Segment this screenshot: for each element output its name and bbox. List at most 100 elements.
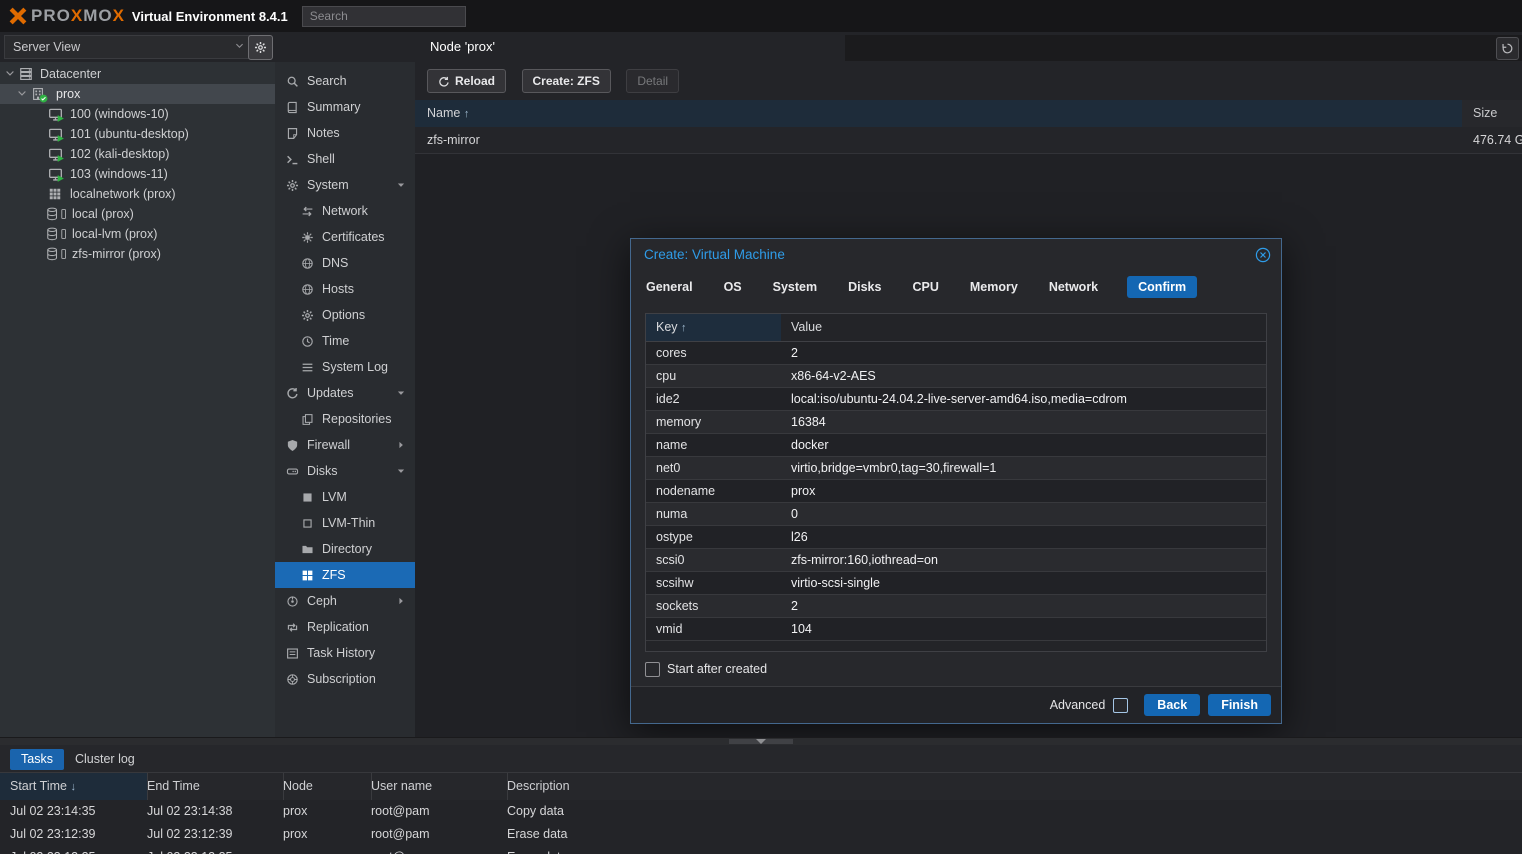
nav-item-subscription[interactable]: Subscription: [275, 666, 415, 692]
tree-item-vm-103[interactable]: 103 (windows-11): [0, 164, 275, 184]
nav-item-time[interactable]: Time: [275, 328, 415, 354]
nav-item-notes[interactable]: Notes: [275, 120, 415, 146]
tab-general[interactable]: General: [644, 276, 695, 298]
nav-item-task-history[interactable]: Task History: [275, 640, 415, 666]
task-row[interactable]: Jul 02 23:12:39Jul 02 23:12:39 proxroot@…: [0, 823, 1522, 847]
nav-item-lvm[interactable]: LVM: [275, 484, 415, 510]
task-row[interactable]: Jul 02 23:14:35Jul 02 23:14:38 proxroot@…: [0, 800, 1522, 824]
nav-item-system[interactable]: System: [275, 172, 415, 198]
summary-row[interactable]: numa0: [646, 503, 1266, 526]
tree-item-node-prox[interactable]: prox: [0, 84, 275, 104]
tree-item-datacenter[interactable]: Datacenter: [0, 64, 275, 84]
copy-icon: [301, 413, 314, 426]
tab-cpu[interactable]: CPU: [910, 276, 940, 298]
tab-disks[interactable]: Disks: [846, 276, 883, 298]
column-header-start-time[interactable]: Start Time ↓: [0, 773, 148, 800]
column-header-description[interactable]: Description: [497, 773, 1522, 800]
shield-icon: [286, 439, 299, 452]
tree-item-vm-102[interactable]: 102 (kali-desktop): [0, 144, 275, 164]
summary-row[interactable]: scsi0zfs-mirror:160,iothread=on: [646, 549, 1266, 572]
tree-item-vm-101[interactable]: 101 (ubuntu-desktop): [0, 124, 275, 144]
column-header-key[interactable]: Key ↑: [646, 314, 791, 341]
nav-item-lvm-thin[interactable]: LVM-Thin: [275, 510, 415, 536]
sort-asc-icon: ↑: [681, 322, 687, 334]
tree-item-vm-100[interactable]: 100 (windows-10): [0, 104, 275, 124]
finish-button[interactable]: Finish: [1208, 694, 1271, 716]
nav-item-updates[interactable]: Updates: [275, 380, 415, 406]
nav-item-zfs[interactable]: ZFS: [275, 562, 415, 588]
column-header-user-name[interactable]: User name: [361, 773, 508, 800]
nav-item-replication[interactable]: Replication: [275, 614, 415, 640]
nav-item-certificates[interactable]: Certificates: [275, 224, 415, 250]
wizard-tab-bar: General OS System Disks CPU Memory Netwo…: [644, 273, 1271, 301]
refresh-icon: [286, 387, 299, 400]
summary-row[interactable]: nodenameprox: [646, 480, 1266, 503]
tab-system[interactable]: System: [771, 276, 819, 298]
nav-item-search[interactable]: Search: [275, 68, 415, 94]
nav-item-directory[interactable]: Directory: [275, 536, 415, 562]
tree-item-storage-local-lvm[interactable]: local-lvm (prox): [0, 224, 275, 244]
nav-item-shell[interactable]: Shell: [275, 146, 415, 172]
nav-item-options[interactable]: Options: [275, 302, 415, 328]
tab-tasks[interactable]: Tasks: [10, 749, 64, 770]
view-selector-dropdown[interactable]: Server View: [4, 35, 252, 59]
back-button[interactable]: Back: [1144, 694, 1200, 716]
column-header-end-time[interactable]: End Time: [137, 773, 284, 800]
nav-item-firewall[interactable]: Firewall: [275, 432, 415, 458]
tree-item-localnetwork[interactable]: localnetwork (prox): [0, 184, 275, 204]
column-header-name[interactable]: Name ↑: [415, 100, 1474, 127]
dialog-header[interactable]: Create: Virtual Machine: [631, 239, 1281, 271]
reset-layout-button[interactable]: [1496, 37, 1519, 60]
terminal-icon: [286, 153, 299, 166]
summary-row[interactable]: namedocker: [646, 434, 1266, 457]
summary-row[interactable]: scsihwvirtio-scsi-single: [646, 572, 1266, 595]
table-row-zfs-mirror[interactable]: zfs-mirror 476.74 GB: [415, 127, 1522, 154]
tree-settings-button[interactable]: [248, 35, 273, 60]
ceph-icon: [286, 595, 299, 608]
tab-memory[interactable]: Memory: [968, 276, 1020, 298]
nav-item-repositories[interactable]: Repositories: [275, 406, 415, 432]
nav-item-ceph[interactable]: Ceph: [275, 588, 415, 614]
summary-row[interactable]: sockets2: [646, 595, 1266, 618]
summary-row[interactable]: cpux86-64-v2-AES: [646, 365, 1266, 388]
tree-item-storage-zfs-mirror[interactable]: zfs-mirror (prox): [0, 244, 275, 264]
summary-row[interactable]: cores2: [646, 342, 1266, 365]
detail-button[interactable]: Detail: [626, 69, 679, 93]
summary-row[interactable]: net0virtio,bridge=vmbr0,tag=30,firewall=…: [646, 457, 1266, 480]
column-header-node[interactable]: Node: [273, 773, 372, 800]
create-zfs-button[interactable]: Create: ZFS: [522, 69, 611, 93]
nav-item-hosts[interactable]: Hosts: [275, 276, 415, 302]
tab-network[interactable]: Network: [1047, 276, 1100, 298]
zfs-toolbar: Reload Create: ZFS Detail: [415, 62, 1522, 100]
nav-item-summary[interactable]: Summary: [275, 94, 415, 120]
book-icon: [286, 101, 299, 114]
summary-row[interactable]: vmid104: [646, 618, 1266, 641]
summary-row[interactable]: memory16384: [646, 411, 1266, 434]
summary-row[interactable]: ide2local:iso/ubuntu-24.04.2-live-server…: [646, 388, 1266, 411]
advanced-checkbox[interactable]: [1113, 698, 1128, 713]
tab-confirm[interactable]: Confirm: [1127, 276, 1197, 298]
tab-os[interactable]: OS: [722, 276, 744, 298]
start-after-created-checkbox[interactable]: [645, 662, 660, 677]
sort-desc-icon: ↓: [70, 781, 76, 793]
summary-row[interactable]: ostypel26: [646, 526, 1266, 549]
expand-chevron-icon[interactable]: [4, 67, 16, 79]
task-row[interactable]: Jul 02 23:12:35Jul 02 23:12:35 proxroot@…: [0, 846, 1522, 854]
tab-cluster-log[interactable]: Cluster log: [64, 749, 146, 770]
expand-chevron-icon[interactable]: [16, 87, 28, 99]
nav-item-disks[interactable]: Disks: [275, 458, 415, 484]
nav-item-dns[interactable]: DNS: [275, 250, 415, 276]
column-header-value[interactable]: Value: [781, 314, 1266, 341]
online-check-icon: [39, 94, 48, 103]
close-icon[interactable]: [1255, 247, 1271, 263]
tree-item-storage-local[interactable]: local (prox): [0, 204, 275, 224]
nav-item-network[interactable]: Network: [275, 198, 415, 224]
column-header-size[interactable]: Size: [1462, 100, 1522, 127]
globe-icon: [301, 257, 314, 270]
nav-item-system-log[interactable]: System Log: [275, 354, 415, 380]
global-search-input[interactable]: [302, 6, 466, 27]
usage-bar-icon: [58, 207, 69, 221]
confirm-summary-grid: Key ↑ Value cores2 cpux86-64-v2-AES ide2…: [645, 313, 1267, 652]
reload-button[interactable]: Reload: [427, 69, 506, 93]
splitter-collapse-handle[interactable]: [729, 739, 793, 744]
